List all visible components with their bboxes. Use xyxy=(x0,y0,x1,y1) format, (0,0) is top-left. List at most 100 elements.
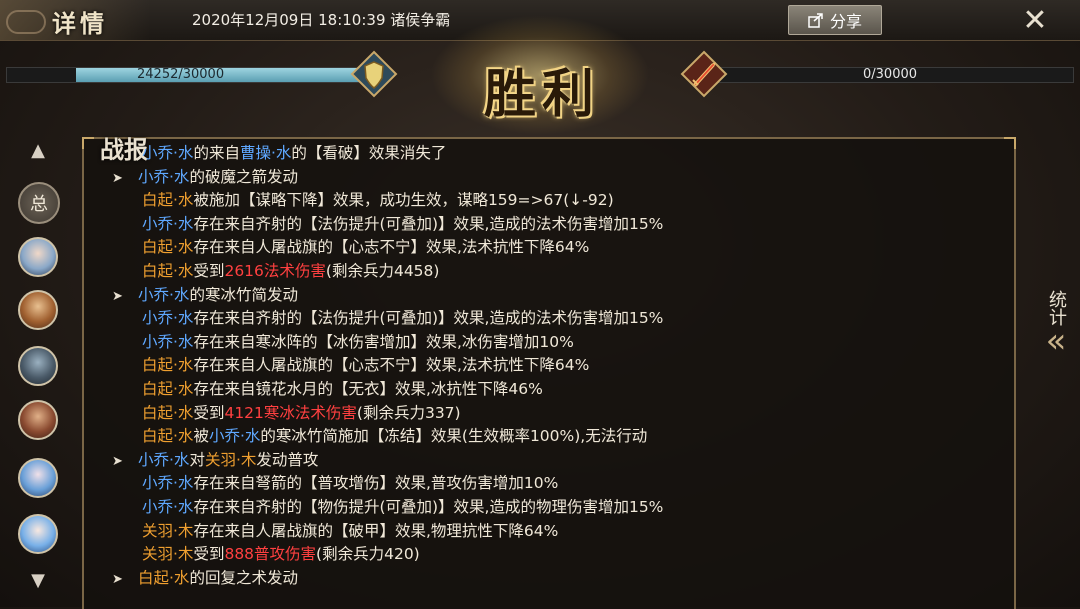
log-segment: 白起·水 xyxy=(142,238,194,257)
log-line: ➤ 白起·水的回复之术发动 xyxy=(112,567,1002,591)
log-segment: 受到 xyxy=(193,261,225,280)
left-hp-text: 24252/30000 xyxy=(137,67,225,82)
log-segment: 的回复之术发动 xyxy=(189,568,298,587)
stats-button[interactable]: 统计 « xyxy=(1040,290,1072,400)
log-segment: 小乔·水 xyxy=(142,214,194,233)
skill-trigger-icon: ➤ xyxy=(112,170,123,186)
log-segment: 小乔·水 xyxy=(142,474,194,493)
log-line: 小乔·水的来自曹操·水的【看破】效果消失了 xyxy=(112,142,1002,166)
corner-ornament xyxy=(1004,137,1016,149)
avatar[interactable] xyxy=(18,237,58,277)
log-segment: 小乔·水 xyxy=(142,497,194,516)
avatar[interactable] xyxy=(18,458,58,498)
skill-trigger-icon: ➤ xyxy=(112,571,123,587)
log-segment: 存在来自人屠战旗的【心志不宁】效果,法术抗性下降64% xyxy=(193,356,590,375)
log-line: 白起·水被施加【谋略下降】效果，成功生效，谋略159=>67(↓-92) xyxy=(112,189,1002,213)
skill-trigger-icon: ➤ xyxy=(112,453,123,469)
log-segment: 的寒冰竹简施加【冻结】效果(生效概率100%),无法行动 xyxy=(260,427,648,446)
left-hp-bar: 24252/30000 xyxy=(6,67,368,83)
log-segment: 存在来自镜花水月的【无衣】效果,冰抗性下降46% xyxy=(193,379,543,398)
log-segment: 对 xyxy=(189,450,205,469)
log-segment: (剩余兵力420) xyxy=(316,545,420,564)
page-title: 详情 xyxy=(52,9,108,38)
log-segment: 888普攻伤害 xyxy=(224,545,317,564)
log-segment: 2616法术伤害 xyxy=(224,261,326,280)
shield-icon xyxy=(350,50,398,98)
log-segment: 的【看破】效果消失了 xyxy=(291,144,447,162)
log-line: ➤ 小乔·水的破魔之箭发动 xyxy=(112,166,1002,190)
log-segment: 小乔·水 xyxy=(208,427,261,446)
log-line: 白起·水存在来自人屠战旗的【心志不宁】效果,法术抗性下降64% xyxy=(112,354,1002,378)
log-line: 小乔·水存在来自寒冰阵的【冰伤害增加】效果,冰伤害增加10% xyxy=(112,331,1002,355)
right-hp-text: 0/30000 xyxy=(863,67,918,82)
left-sidebar: ▲ 总 ▼ xyxy=(14,140,64,600)
close-icon: ✕ xyxy=(1022,2,1048,38)
log-segment: 存在来自齐射的【物伤提升(可叠加)】效果,造成的物理伤害增加15% xyxy=(193,497,664,516)
log-segment: 白起·水 xyxy=(142,427,194,446)
log-segment: (剩余兵力4458) xyxy=(325,261,440,280)
log-segment: 被施加【谋略下降】效果，成功生效，谋略159=>67(↓-92) xyxy=(193,191,614,210)
log-line: 关羽·木存在来自人屠战旗的【破甲】效果,物理抗性下降64% xyxy=(112,520,1002,544)
log-segment: 受到 xyxy=(193,545,225,564)
share-icon xyxy=(808,13,823,28)
cloud-ornament-icon xyxy=(6,10,46,34)
log-line: 小乔·水存在来自齐射的【物伤提升(可叠加)】效果,造成的物理伤害增加15% xyxy=(112,496,1002,520)
log-segment: 曹操·水 xyxy=(239,144,292,162)
log-segment: 小乔·水 xyxy=(142,332,194,351)
log-line: 白起·水存在来自镜花水月的【无衣】效果,冰抗性下降46% xyxy=(112,378,1002,402)
scroll-up-arrow-icon[interactable]: ▲ xyxy=(30,140,46,166)
log-segment: 存在来自齐射的【法伤提升(可叠加)】效果,造成的法术伤害增加15% xyxy=(193,309,664,328)
log-segment: 关羽·木 xyxy=(142,545,194,564)
log-line: 白起·水被小乔·水的寒冰竹简施加【冻结】效果(生效概率100%),无法行动 xyxy=(112,425,1002,449)
log-line: 小乔·水存在来自弩箭的【普攻增伤】效果,普攻伤害增加10% xyxy=(112,472,1002,496)
battle-datetime: 2020年12月09日 18:10:39 诸侯争霸 xyxy=(192,11,451,29)
log-segment: 小乔·水 xyxy=(138,167,190,186)
log-segment: 小乔·水 xyxy=(138,450,190,469)
log-line: ➤ 小乔·水对关羽·木发动普攻 xyxy=(112,449,1002,473)
log-line: 白起·水存在来自人屠战旗的【心志不宁】效果,法术抗性下降64% xyxy=(112,236,1002,260)
log-line: 小乔·水存在来自齐射的【法伤提升(可叠加)】效果,造成的法术伤害增加15% xyxy=(112,213,1002,237)
share-button[interactable]: 分享 xyxy=(788,5,882,35)
log-line: 小乔·水存在来自齐射的【法伤提升(可叠加)】效果,造成的法术伤害增加15% xyxy=(112,307,1002,331)
close-button[interactable]: ✕ xyxy=(1015,2,1055,38)
log-line: 关羽·木受到888普攻伤害(剩余兵力420) xyxy=(112,543,1002,567)
title-badge: 详情 xyxy=(0,0,150,40)
avatar[interactable] xyxy=(18,400,58,440)
avatar[interactable] xyxy=(18,346,58,386)
log-segment: 的来自 xyxy=(193,144,240,162)
log-line: ➤ 小乔·水的寒冰竹简发动 xyxy=(112,284,1002,308)
log-segment: 发动普攻 xyxy=(256,450,319,469)
log-segment: 白起·水 xyxy=(142,356,194,375)
avatar[interactable] xyxy=(18,290,58,330)
log-segment: 白起·水 xyxy=(138,568,190,587)
scroll-down-arrow-icon[interactable]: ▼ xyxy=(30,570,46,596)
total-filter-button[interactable]: 总 xyxy=(18,182,60,224)
log-segment: 受到 xyxy=(193,403,225,422)
log-segment: 4121寒冰法术伤害 xyxy=(224,403,357,422)
skill-trigger-icon: ➤ xyxy=(112,288,123,304)
log-segment: (剩余兵力337) xyxy=(356,403,461,422)
log-segment: 关羽·木 xyxy=(204,450,257,469)
double-chevron-left-icon: « xyxy=(1045,321,1067,361)
share-label: 分享 xyxy=(829,12,862,31)
log-segment: 存在来自弩箭的【普攻增伤】效果,普攻伤害增加10% xyxy=(193,474,559,493)
log-segment: 白起·水 xyxy=(142,191,194,210)
log-segment: 小乔·水 xyxy=(138,285,190,304)
right-hp-bar: 0/30000 xyxy=(712,67,1074,83)
log-line: 白起·水受到2616法术伤害(剩余兵力4458) xyxy=(112,260,1002,284)
log-segment: 小乔·水 xyxy=(142,144,194,162)
log-segment: 的寒冰竹简发动 xyxy=(189,285,298,304)
log-segment: 被 xyxy=(193,427,209,446)
log-segment: 小乔·水 xyxy=(142,309,194,328)
battle-log: 小乔·水的来自曹操·水的【看破】效果消失了 ➤ 小乔·水的破魔之箭发动 白起·水被施加… xyxy=(112,142,1002,590)
corner-ornament xyxy=(82,137,94,149)
avatar[interactable] xyxy=(18,514,58,554)
log-segment: 白起·水 xyxy=(142,261,194,280)
log-segment: 存在来自人屠战旗的【破甲】效果,物理抗性下降64% xyxy=(193,521,559,540)
log-segment: 的破魔之箭发动 xyxy=(189,167,298,186)
log-segment: 存在来自寒冰阵的【冰伤害增加】效果,冰伤害增加10% xyxy=(193,332,574,351)
log-line: 白起·水受到4121寒冰法术伤害(剩余兵力337) xyxy=(112,402,1002,426)
battle-result-title: 胜利 xyxy=(483,64,600,125)
sword-icon xyxy=(680,50,728,98)
log-segment: 白起·水 xyxy=(142,403,194,422)
